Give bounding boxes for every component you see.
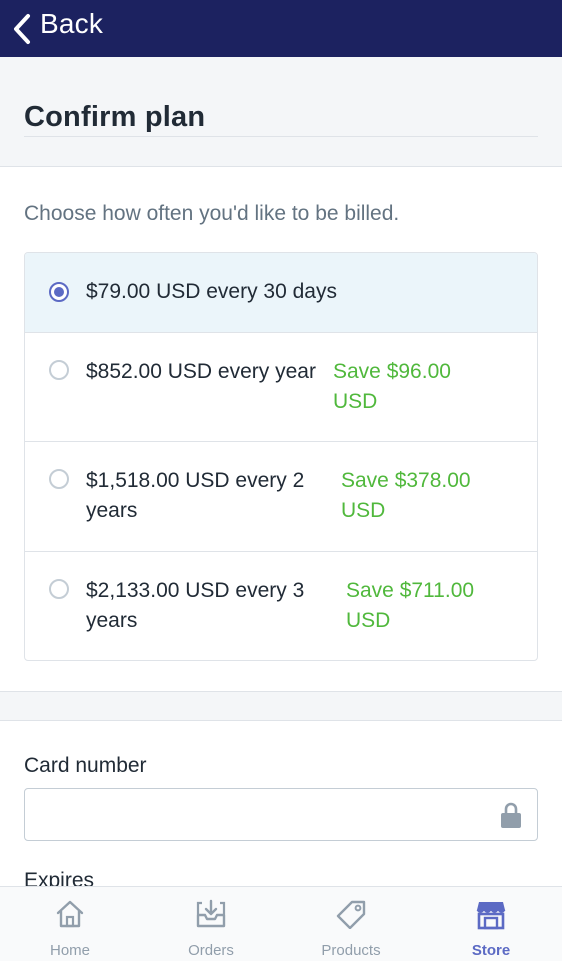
plan-radio-30-days[interactable] bbox=[49, 282, 69, 302]
plan-price: $79.00 USD every 30 days bbox=[86, 280, 337, 303]
tab-home[interactable]: Home bbox=[20, 887, 120, 961]
card-number-label: Card number bbox=[24, 754, 147, 777]
plan-radio-3-years[interactable] bbox=[49, 579, 69, 599]
plan-option-1-year[interactable]: $852.00 USD every year Save $96.00 USD bbox=[25, 333, 537, 442]
plan-price: $2,133.00 USD every 3 years bbox=[86, 579, 305, 632]
tab-label: Products bbox=[321, 942, 381, 959]
billing-frequency-card: Choose how often you'd like to be billed… bbox=[0, 166, 562, 692]
chevron-left-icon bbox=[14, 13, 30, 44]
title-section: Confirm plan bbox=[0, 57, 562, 165]
payment-card: Card number Expires bbox=[0, 720, 562, 892]
tag-icon bbox=[336, 900, 366, 929]
tab-products[interactable]: Products bbox=[301, 887, 401, 961]
plan-savings: Save $378.00 USD bbox=[341, 469, 471, 522]
plan-option-30-days[interactable]: $79.00 USD every 30 days bbox=[25, 253, 537, 333]
card-number-field[interactable] bbox=[24, 788, 538, 842]
lock-icon bbox=[501, 802, 521, 828]
plan-radio-2-years[interactable] bbox=[49, 469, 69, 489]
title-divider bbox=[24, 136, 538, 137]
store-icon bbox=[476, 902, 506, 930]
bottom-tab-bar: Home Orders Products Store bbox=[0, 886, 562, 961]
tab-label: Orders bbox=[188, 942, 234, 959]
plan-option-list: $79.00 USD every 30 days $852.00 USD eve… bbox=[24, 252, 538, 661]
plan-radio-1-year[interactable] bbox=[49, 360, 69, 380]
tab-store[interactable]: Store bbox=[441, 887, 541, 961]
tab-orders[interactable]: Orders bbox=[161, 887, 261, 961]
back-label: Back bbox=[40, 7, 104, 39]
plan-price: $1,518.00 USD every 2 years bbox=[86, 469, 305, 522]
tab-label: Home bbox=[49, 942, 90, 959]
top-nav-bar: Back bbox=[0, 0, 562, 57]
back-button[interactable]: Back bbox=[0, 0, 117, 57]
plan-price: $852.00 USD every year bbox=[86, 360, 316, 383]
card-number-input[interactable] bbox=[37, 789, 481, 842]
plan-option-3-years[interactable]: $2,133.00 USD every 3 years Save $711.00… bbox=[25, 552, 537, 660]
plan-savings: Save $711.00 USD bbox=[346, 579, 475, 632]
plan-savings: Save $96.00 USD bbox=[333, 360, 451, 413]
billing-prompt: Choose how often you'd like to be billed… bbox=[24, 202, 400, 225]
home-icon bbox=[56, 900, 84, 928]
orders-inbox-icon bbox=[196, 899, 226, 928]
page-title: Confirm plan bbox=[24, 101, 206, 133]
tab-label: Store bbox=[471, 942, 511, 959]
plan-option-2-years[interactable]: $1,518.00 USD every 2 years Save $378.00… bbox=[25, 442, 537, 552]
